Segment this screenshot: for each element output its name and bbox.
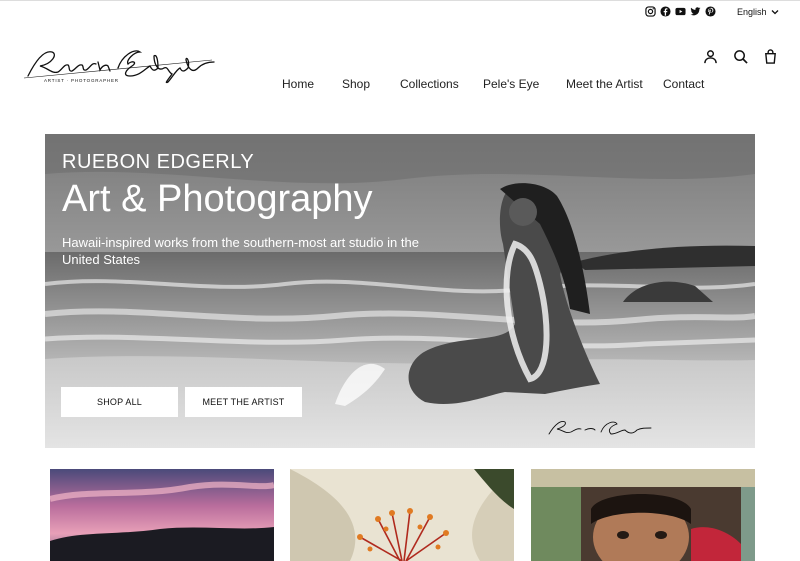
- social-links: [645, 6, 716, 17]
- tile-hibiscus[interactable]: [290, 469, 514, 561]
- cart-icon[interactable]: [763, 49, 778, 64]
- nav-item-contact[interactable]: Contact: [663, 77, 704, 91]
- language-selector[interactable]: English: [737, 7, 779, 17]
- nav-item-collections[interactable]: Collections: [400, 77, 459, 91]
- hibiscus-flower-photo: [290, 469, 514, 561]
- meet-the-artist-button[interactable]: MEET THE ARTIST: [185, 387, 302, 417]
- nav-item-home[interactable]: Home: [282, 77, 314, 91]
- youtube-icon[interactable]: [675, 6, 686, 17]
- top-utility-bar: English: [0, 0, 800, 22]
- hero-signature: [548, 421, 652, 435]
- instagram-icon[interactable]: [645, 6, 656, 17]
- header-icons: [703, 49, 778, 64]
- nav-item-peles-eye[interactable]: Pele's Eye: [483, 77, 539, 91]
- chevron-down-icon: [771, 10, 778, 15]
- language-label: English: [737, 7, 767, 17]
- nav-item-shop[interactable]: Shop: [342, 77, 370, 91]
- search-icon[interactable]: [733, 49, 748, 64]
- main-navigation: Home Shop Collections Pele's Eye Meet th…: [0, 77, 800, 93]
- shop-all-button[interactable]: SHOP ALL: [61, 387, 178, 417]
- pinterest-icon[interactable]: [705, 6, 716, 17]
- nav-item-meet-the-artist[interactable]: Meet the Artist: [566, 77, 643, 91]
- tile-child-portrait[interactable]: [531, 469, 755, 561]
- account-icon[interactable]: [703, 49, 718, 64]
- sunset-lava-photo: [50, 469, 274, 561]
- facebook-icon[interactable]: [660, 6, 671, 17]
- hero-title: Art & Photography: [62, 178, 373, 220]
- twitter-icon[interactable]: [690, 6, 701, 17]
- child-portrait-photo: [531, 469, 755, 561]
- tile-sunset-lava[interactable]: [50, 469, 274, 561]
- hero-subtitle: RUEBON EDGERLY: [62, 151, 255, 173]
- hero-banner: RUEBON EDGERLY Art & Photography Hawaii-…: [45, 134, 755, 448]
- hero-description: Hawaii-inspired works from the southern-…: [62, 235, 419, 267]
